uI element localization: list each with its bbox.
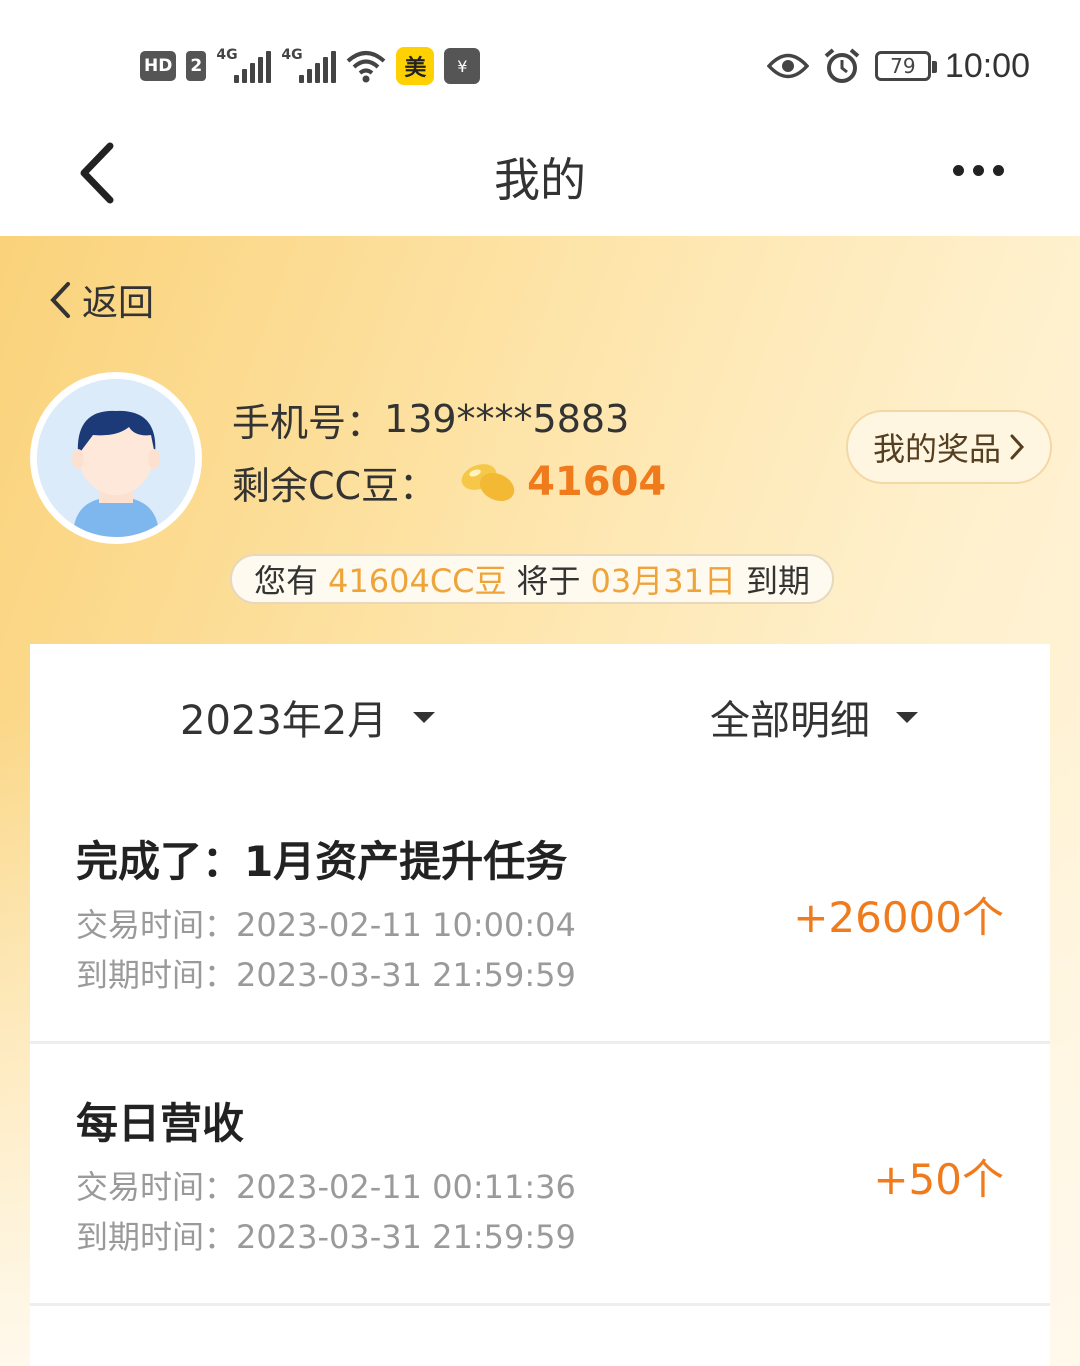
transaction-item[interactable]: 每日营收 交易时间：2023-02-11 00:11:36 到期时间：2023-… [30,1044,1050,1306]
network-type-label: 4G [216,47,238,63]
transaction-amount: +50个 [873,1155,1004,1204]
alarm-icon [824,48,860,83]
page-title: 我的 [494,153,586,207]
transaction-item[interactable]: 完成了：1月资产提升任务 交易时间：2023-02-11 10:00:04 到期… [30,782,1050,1044]
transaction-title: 完成了：1月资产提升任务 [76,837,568,886]
return-link[interactable]: 返回 [48,274,154,326]
type-filter-dropdown[interactable]: 全部明细 [710,688,918,746]
filter-bar: 2023年2月 全部明细 [30,644,1050,782]
my-prizes-button[interactable]: 我的奖品 [846,410,1052,484]
signal-icon: 4G [216,47,272,83]
hd-icon: HD [140,51,177,81]
expiry-amount: 41604CC豆 [328,562,507,600]
caret-down-icon [413,711,436,723]
wifi-icon [347,51,386,83]
beans-label: 剩余CC豆： [232,463,438,508]
transaction-item-partial [30,1306,1050,1366]
chevron-right-icon [1010,434,1025,460]
month-filter-label: 2023年2月 [180,698,388,744]
more-options-icon[interactable] [953,165,1004,176]
expiry-prefix: 您有 [254,562,319,600]
type-filter-label: 全部明细 [710,698,870,744]
status-icons-right: 79 10:00 [766,44,1030,88]
transaction-expire-time: 到期时间：2023-03-31 21:59:59 [76,956,576,994]
expiry-notice: 您有 41604CC豆 将于 03月31日 到期 [230,554,834,604]
avatar [30,372,202,544]
cc-beans-page: 返回 手机号： 139****5883 剩余CC豆： 41604 我的奖品 您有… [0,236,1080,1366]
return-label: 返回 [82,283,155,324]
transaction-title: 每日营收 [76,1099,245,1148]
transactions-card: 2023年2月 全部明细 完成了：1月资产提升任务 交易时间：2023-02-1… [30,644,1050,1366]
network-type-label: 4G [281,47,303,63]
month-filter-dropdown[interactable]: 2023年2月 [180,688,436,746]
transaction-trade-time: 交易时间：2023-02-11 00:11:36 [76,1168,576,1206]
beans-balance: 41604 [527,459,667,505]
app-header: 我的 [0,110,1080,236]
phone-row: 手机号： 139****5883 [232,394,666,445]
my-prizes-label: 我的奖品 [872,430,1001,468]
wallet-icon: ¥ [444,48,481,84]
signal-icon: 4G [281,47,337,83]
user-avatar-icon [37,379,195,537]
meituan-app-icon: 美 [396,47,435,85]
status-icons-left: HD 2 4G 4G 美 ¥ [140,46,481,86]
status-time: 10:00 [944,46,1030,85]
profile-info: 手机号： 139****5883 剩余CC豆： 41604 [232,394,666,512]
phone-value: 139****5883 [384,397,630,441]
beans-row: 剩余CC豆： 41604 [232,452,666,512]
eye-icon [766,53,809,79]
transaction-trade-time: 交易时间：2023-02-11 10:00:04 [76,906,576,944]
transaction-expire-time: 到期时间：2023-03-31 21:59:59 [76,1218,576,1256]
expiry-middle: 将于 [516,562,581,600]
chevron-left-icon [50,282,70,318]
expiry-suffix: 到期 [745,562,810,600]
battery-icon: 79 [874,51,937,81]
phone-label: 手机号： [232,400,385,445]
bean-icon [461,464,515,502]
expiry-date: 03月31日 [590,562,736,600]
caret-down-icon [896,711,918,723]
transaction-amount: +26000个 [793,893,1004,942]
sim-2-icon: 2 [186,51,207,81]
